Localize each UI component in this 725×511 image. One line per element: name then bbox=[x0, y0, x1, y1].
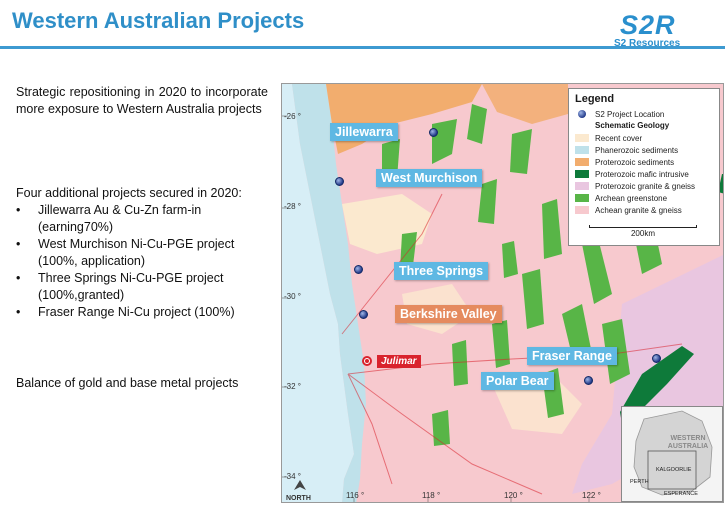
latitude-label: -30 ° bbox=[284, 292, 301, 301]
projects-list: • Jillewarra Au & Cu-Zn farm-in (earning… bbox=[16, 202, 278, 321]
legend-swatch bbox=[575, 194, 589, 202]
latitude-label: -28 ° bbox=[284, 202, 301, 211]
project-marker-polar-bear[interactable] bbox=[584, 376, 593, 385]
legend-swatch bbox=[575, 158, 589, 166]
longitude-label: 120 ° bbox=[504, 491, 523, 500]
project-label-fraser-range: Fraser Range bbox=[527, 347, 617, 365]
inset-town-label: KALGOORLIE bbox=[656, 467, 692, 473]
latitude-label: -32 ° bbox=[284, 382, 301, 391]
project-label-west-murchison: West Murchison bbox=[376, 169, 483, 187]
project-item-text: Three Springs Ni-Cu-PGE project bbox=[38, 271, 224, 285]
legend-title: Legend bbox=[575, 93, 615, 105]
legend-row-geology: Archean greenstone bbox=[575, 192, 713, 204]
project-marker-three-springs[interactable] bbox=[354, 265, 363, 274]
project-label-jillewarra: Jillewarra bbox=[330, 123, 398, 141]
project-item-jillewarra: • Jillewarra Au & Cu-Zn farm-in (earning… bbox=[16, 202, 278, 236]
scale-bar-line bbox=[589, 225, 697, 228]
legend-subheading: Schematic Geology bbox=[595, 121, 670, 130]
project-item-text: (100%, application) bbox=[38, 254, 146, 268]
inset-town-label: PERTH bbox=[630, 479, 649, 485]
logo-subtitle: S2 Resources bbox=[614, 38, 681, 49]
projects-section: Four additional projects secured in 2020… bbox=[16, 185, 278, 321]
legend-label: Archean greenstone bbox=[595, 193, 668, 203]
longitude-label: 118 ° bbox=[422, 491, 441, 500]
legend-swatch bbox=[575, 134, 589, 142]
legend-label: Proterozoic granite & gneiss bbox=[595, 181, 696, 191]
north-label: NORTH bbox=[286, 495, 311, 502]
inset-map: WESTERN AUSTRALIA KALGOORLIE PERTH ESPER… bbox=[621, 406, 723, 502]
slide-title: Western Australian Projects bbox=[12, 8, 305, 33]
project-item-text: Jillewarra Au & Cu-Zn farm-in bbox=[38, 203, 202, 217]
legend-label: Achean granite & gneiss bbox=[595, 205, 682, 215]
company-logo: S2R S2 Resources bbox=[610, 10, 718, 49]
scale-label: 200km bbox=[630, 229, 655, 238]
legend-swatch bbox=[575, 182, 589, 190]
project-label-polar-bear: Polar Bear bbox=[481, 372, 554, 390]
project-label-three-springs: Three Springs bbox=[394, 262, 489, 280]
map-legend: Legend S2 Project Location Schematic Geo… bbox=[568, 88, 720, 246]
project-item-text: (100%,granted) bbox=[38, 288, 125, 302]
projects-heading: Four additional projects secured in 2020… bbox=[16, 186, 242, 200]
project-item-fraser-range: • Fraser Range Ni-Cu project (100%) bbox=[16, 304, 278, 321]
latitude-label: -26 ° bbox=[284, 112, 301, 121]
julimar-marker[interactable] bbox=[362, 356, 372, 366]
geology-map: -26 ° -28 ° -30 ° -32 ° -34 ° 116 ° 118 … bbox=[281, 83, 724, 503]
legend-row-geology: Proterozoic granite & gneiss bbox=[575, 180, 713, 192]
legend-swatch bbox=[575, 206, 589, 214]
project-marker-berkshire-valley[interactable] bbox=[359, 310, 368, 319]
project-location-icon bbox=[578, 110, 586, 118]
intro-paragraph: Strategic repositioning in 2020 to incor… bbox=[16, 85, 268, 116]
longitude-label: 122 ° bbox=[582, 491, 601, 500]
project-item-text: West Murchison Ni-Cu-PGE project bbox=[38, 237, 235, 251]
legend-row-project: S2 Project Location bbox=[575, 108, 713, 120]
legend-label: S2 Project Location bbox=[595, 109, 665, 119]
balance-note: Balance of gold and base metal projects bbox=[16, 376, 239, 390]
longitude-label: 116 ° bbox=[346, 491, 365, 500]
legend-row-geology: Proterozoic sediments bbox=[575, 156, 713, 168]
project-item-text: Fraser Range Ni-Cu project (100%) bbox=[38, 305, 235, 319]
julimar-label: Julimar bbox=[377, 355, 421, 368]
bullet-icon: • bbox=[16, 203, 21, 217]
legend-label: Phanerozoic sediments bbox=[595, 145, 679, 155]
inset-town-label: ESPERANCE bbox=[664, 491, 698, 497]
project-item-three-springs: • Three Springs Ni-Cu-PGE project (100%,… bbox=[16, 270, 278, 304]
scale-bar: 200km bbox=[589, 222, 697, 238]
inset-region-label: WESTERN AUSTRALIA bbox=[667, 435, 709, 450]
project-marker-jillewarra[interactable] bbox=[429, 128, 438, 137]
legend-row-geology: Recent cover bbox=[575, 132, 713, 144]
project-marker-west-murchison[interactable] bbox=[335, 177, 344, 186]
legend-swatch bbox=[575, 170, 589, 178]
bullet-icon: • bbox=[16, 305, 21, 319]
bullet-icon: • bbox=[16, 237, 21, 251]
legend-swatch bbox=[575, 146, 589, 154]
inset-outline bbox=[633, 410, 713, 496]
legend-label: Proterozoic mafic intrusive bbox=[595, 169, 689, 179]
bullet-icon: • bbox=[16, 271, 21, 285]
legend-row-geology: Phanerozoic sediments bbox=[575, 144, 713, 156]
legend-label: Recent cover bbox=[595, 133, 643, 143]
north-arrow: NORTH bbox=[286, 480, 316, 502]
project-item-west-murchison: • West Murchison Ni-Cu-PGE project (100%… bbox=[16, 236, 278, 270]
logo-mark: S2R bbox=[620, 10, 676, 40]
legend-row-geology: Achean granite & gneiss bbox=[575, 204, 713, 216]
north-arrow-icon bbox=[294, 480, 306, 490]
project-item-text: (earning70%) bbox=[38, 220, 114, 234]
project-marker-fraser-range[interactable] bbox=[652, 354, 661, 363]
project-label-berkshire-valley: Berkshire Valley bbox=[395, 305, 502, 323]
legend-label: Proterozoic sediments bbox=[595, 157, 675, 167]
legend-row-geology: Proterozoic mafic intrusive bbox=[575, 168, 713, 180]
